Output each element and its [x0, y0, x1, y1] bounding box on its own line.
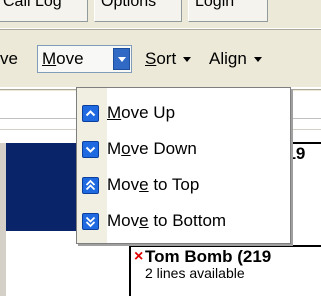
move-up-icon [82, 105, 99, 122]
menu-item-label: Move Down [107, 139, 197, 158]
menu-item-label: Move to Top [107, 175, 200, 194]
toolbar: ve Move Sort Align [0, 31, 321, 87]
tab-strip-divider [0, 28, 321, 30]
sort-button[interactable]: Sort [145, 45, 192, 73]
tab-call-log[interactable]: Call Log [0, 0, 88, 22]
move-down-icon [82, 141, 99, 158]
move-button-label: Move [42, 49, 84, 68]
chevron-down-icon [183, 57, 192, 62]
move-dropdown-menu: Move Up Move Down Move to Top Move to Bo… [76, 87, 291, 244]
list-gutter [0, 143, 6, 296]
tab-strip: Call Log Options Login [0, 0, 321, 28]
align-button[interactable]: Align [209, 45, 262, 73]
menu-item-label: Move Up [107, 103, 176, 122]
toolbar-truncated-item[interactable]: ve [0, 45, 18, 73]
move-to-top-icon [82, 177, 99, 194]
tab-options[interactable]: Options [94, 0, 182, 22]
contact-status: 2 lines available [145, 265, 245, 281]
contact-card[interactable]: × Tom Bomb (219 2 lines available [129, 245, 321, 296]
contact-name: Tom Bomb (219 [145, 247, 272, 266]
menu-item-move-to-top[interactable]: Move to Top [77, 168, 290, 202]
menu-item-move-to-bottom[interactable]: Move to Bottom [77, 204, 290, 238]
menu-item-move-down[interactable]: Move Down [77, 132, 290, 166]
status-x-icon: × [134, 248, 144, 265]
menu-item-move-up[interactable]: Move Up [77, 96, 290, 130]
move-to-bottom-icon [82, 213, 99, 230]
move-button[interactable]: Move [37, 45, 132, 73]
chevron-down-icon [253, 57, 262, 62]
menu-item-label: Move to Bottom [107, 211, 227, 230]
move-dropdown-arrow-icon[interactable] [113, 48, 130, 70]
tab-login[interactable]: Login [188, 0, 268, 22]
